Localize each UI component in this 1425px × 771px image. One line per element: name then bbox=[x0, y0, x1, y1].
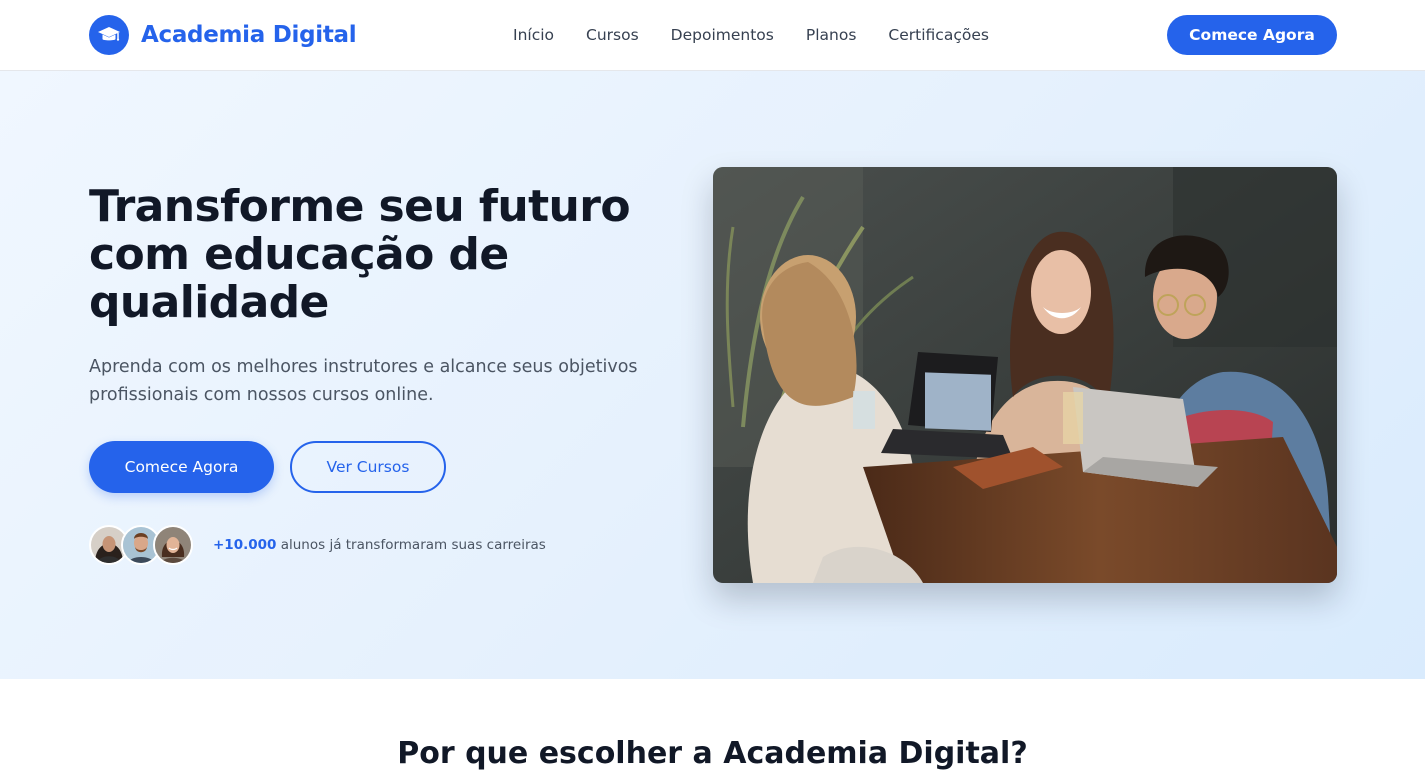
hero-subtitle: Aprenda com os melhores instrutores e al… bbox=[89, 357, 638, 405]
hero-image bbox=[713, 167, 1337, 583]
view-courses-button[interactable]: Ver Cursos bbox=[290, 441, 446, 493]
nav-link-planos[interactable]: Planos bbox=[806, 26, 857, 44]
nav-start-now-button[interactable]: Comece Agora bbox=[1167, 15, 1337, 55]
social-proof: +10.000 alunos já transformaram suas car… bbox=[89, 525, 546, 565]
student-count: +10.000 bbox=[213, 537, 277, 553]
graduation-cap-icon bbox=[89, 15, 129, 55]
hero-title: Transforme seu futuro com educação de qu… bbox=[89, 181, 631, 328]
section-title: Por que escolher a Academia Digital? bbox=[397, 736, 1028, 771]
student-avatars bbox=[89, 525, 193, 565]
hero-section: Transforme seu futuro com educação de qu… bbox=[0, 71, 1425, 679]
nav-link-depoimentos[interactable]: Depoimentos bbox=[671, 26, 774, 44]
navbar: Academia Digital Início Cursos Depoiment… bbox=[0, 0, 1425, 71]
avatar bbox=[153, 525, 193, 565]
main-navigation: Início Cursos Depoimentos Planos Certifi… bbox=[513, 0, 989, 70]
nav-link-certificacoes[interactable]: Certificações bbox=[888, 26, 989, 44]
hero-start-now-button[interactable]: Comece Agora bbox=[89, 441, 274, 493]
social-proof-caption: alunos já transformaram suas carreiras bbox=[280, 537, 546, 553]
social-proof-text: +10.000 alunos já transformaram suas car… bbox=[213, 537, 546, 553]
brand-name: Academia Digital bbox=[141, 22, 357, 48]
nav-link-cursos[interactable]: Cursos bbox=[586, 26, 639, 44]
nav-link-inicio[interactable]: Início bbox=[513, 26, 554, 44]
brand-logo-link[interactable]: Academia Digital bbox=[89, 15, 357, 55]
